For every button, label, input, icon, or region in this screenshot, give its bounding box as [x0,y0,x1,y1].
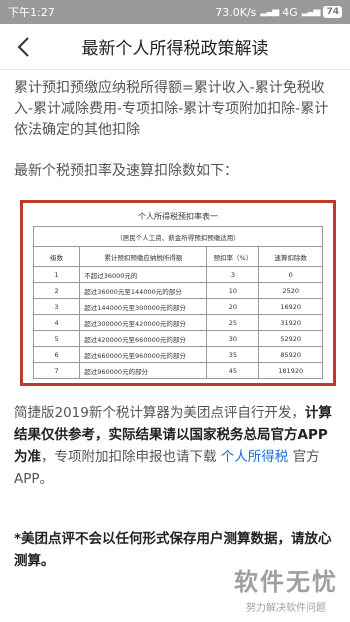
cell-deduction: 52920 [258,330,323,347]
cell-rate: 25 [206,314,260,331]
page-title: 最新个人所得税政策解读 [81,39,269,59]
cell-rate: 10 [206,282,260,299]
table-row: 3 超过144000元至300000元的部分 20 16920 [32,298,323,315]
cell-deduction: 31920 [258,314,323,331]
cell-range: 超过960000元的部分 [79,362,208,379]
network-speed: 73.0K/s [215,5,257,19]
article-body: 累计预扣预缴应纳税所得额=累计收入-累计免税收入-累计减除费用-专项扣除-累计专… [14,78,336,182]
signal-icon: ▂▃▅ [260,7,279,17]
cell-rate: 35 [206,346,260,363]
disclaimer-text: 简捷版2019新个税计算器为美团点评自行开发，计算结果仅供参考，实际结果请以国家… [14,402,340,490]
cell-range: 超过660000元至960000元的部分 [79,346,208,363]
tax-formula: 累计预扣预缴应纳税所得额=累计收入-累计免税收入-累计减除费用-专项扣除-累计专… [14,80,329,138]
table-header-row: 级数 累计预扣预缴应纳税所得额 预扣率（%） 速算扣除数 [32,246,323,267]
nav-bar: 最新个人所得税政策解读 [0,24,350,70]
col-header-deduction: 速算扣除数 [258,246,323,267]
table-row: 2 超过36000元至144000元的部分 10 2520 [32,282,323,299]
cell-range: 超过144000元至300000元的部分 [79,298,208,315]
status-time: 下午1:27 [8,6,55,19]
cell-range: 超过300000元至420000元的部分 [79,314,208,331]
table-row: 7 超过960000元的部分 45 181920 [32,362,323,379]
signal-bars-icon: ▂▃▅ [301,7,321,17]
table-title: 个人所得税预扣率表一 [138,212,218,221]
chevron-left-icon [17,37,29,57]
cell-deduction: 85920 [258,346,323,363]
cell-level: 3 [32,298,81,315]
cell-range: 不超过36000元的 [79,266,208,283]
cell-level: 7 [32,362,81,379]
col-header-range: 累计预扣预缴应纳税所得额 [79,246,208,267]
cell-rate: 20 [206,298,260,315]
disclaimer-part2: ，专项附加扣除申报也请下载 [41,449,221,465]
cell-deduction: 16920 [258,298,323,315]
tax-rate-table-image: 个人所得税预扣率表一 （居民个人工资、薪金所得预扣预缴适用） 级数 累计预扣预缴… [20,200,336,386]
table-subtitle: （居民个人工资、薪金所得预扣预缴适用） [33,226,323,247]
cell-range: 超过36000元至144000元的部分 [79,282,208,299]
table-row: 5 超过420000元至660000元的部分 30 52920 [32,330,323,347]
watermark-title: 软件无忧 [234,568,338,596]
status-right: 73.0K/s ▂▃▅ 4G ▂▃▅ 74 [215,6,342,19]
section-title: 最新个税预扣率及速算扣除数如下： [14,163,238,179]
cell-deduction: 2520 [258,282,323,299]
disclaimer-part1: 简捷版2019新个税计算器为美团点评自行开发， [14,405,305,421]
cell-deduction: 181920 [258,362,323,379]
table-subtitle-row: （居民个人工资、薪金所得预扣预缴适用） [33,226,323,247]
cell-level: 1 [32,266,81,283]
cell-level: 5 [32,330,81,347]
table-row: 4 超过300000元至420000元的部分 25 31920 [32,314,323,331]
cell-rate: 3 [206,266,260,283]
network-type: 4G [282,5,298,19]
cell-level: 2 [32,282,81,299]
tax-app-link[interactable]: 个人所得税 [221,449,289,465]
watermark-logo: 软件无忧 努力解决软件问题 [234,562,338,614]
watermark-subtitle: 努力解决软件问题 [246,603,326,614]
cell-range: 超过420000元至660000元的部分 [79,330,208,347]
cell-rate: 30 [206,330,260,347]
cell-rate: 45 [206,362,260,379]
tax-rate-table: （居民个人工资、薪金所得预扣预缴适用） 级数 累计预扣预缴应纳税所得额 预扣率（… [32,226,323,379]
col-header-level: 级数 [32,246,81,267]
table-row: 1 不超过36000元的 3 0 [32,266,323,283]
col-header-rate: 预扣率（%） [206,246,260,267]
cell-level: 6 [32,346,81,363]
cell-level: 4 [32,314,81,331]
back-button[interactable] [8,31,38,63]
status-bar: 下午1:27 73.0K/s ▂▃▅ 4G ▂▃▅ 74 [0,0,350,24]
table-row: 6 超过660000元至960000元的部分 35 85920 [32,346,323,363]
cell-deduction: 0 [258,266,323,283]
battery-icon: 74 [323,6,342,18]
